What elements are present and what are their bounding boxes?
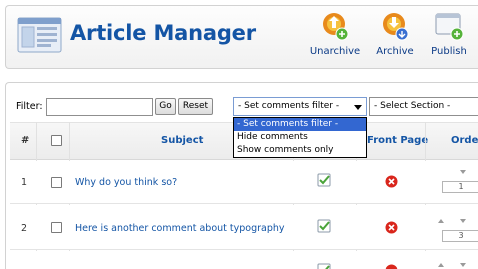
front-page-unpublished-icon[interactable]: [385, 175, 398, 188]
comments-filter-select[interactable]: - Set comments filter -: [233, 97, 367, 116]
select-all-checkbox[interactable]: [51, 135, 62, 146]
comments-filter-dropdown: - Set comments filter - Hide comments Sh…: [233, 117, 367, 158]
unarchive-button[interactable]: Unarchive: [307, 8, 363, 66]
section-filter-select[interactable]: - Select Section -: [369, 97, 478, 116]
move-up-icon[interactable]: [438, 263, 444, 267]
move-down-icon[interactable]: [460, 170, 466, 174]
move-up-icon[interactable]: [438, 219, 444, 223]
comments-filter-value: - Set comments filter -: [238, 101, 340, 111]
header-number: #: [21, 135, 30, 146]
header-subject[interactable]: Subject: [161, 135, 203, 146]
article-subject-link[interactable]: Here is another comment about typography: [75, 223, 285, 234]
row-checkbox[interactable]: [51, 222, 62, 233]
filter-label: Filter:: [16, 101, 43, 112]
table-row: 2 Here is another comment about typograp…: [10, 205, 478, 250]
published-check-icon[interactable]: [317, 263, 331, 269]
dropdown-option[interactable]: Show comments only: [234, 144, 366, 157]
dropdown-option[interactable]: - Set comments filter -: [234, 118, 366, 131]
unarchive-icon: [323, 13, 349, 41]
dropdown-option[interactable]: Hide comments: [234, 131, 366, 144]
publish-icon: [435, 13, 464, 41]
move-down-icon[interactable]: [460, 219, 466, 223]
filter-input[interactable]: [46, 98, 153, 116]
publish-label: Publish: [431, 46, 467, 57]
published-check-icon[interactable]: [317, 219, 331, 233]
page-title: Article Manager: [70, 21, 256, 45]
order-input[interactable]: 1: [442, 181, 478, 193]
row-number: 1: [21, 177, 28, 188]
table-row: [10, 251, 478, 269]
front-page-unpublished-icon[interactable]: [385, 221, 398, 234]
published-check-icon[interactable]: [317, 173, 331, 187]
publish-button[interactable]: Publish: [421, 8, 477, 66]
archive-icon: [383, 13, 409, 41]
article-manager-icon: [17, 17, 62, 53]
row-number: 2: [21, 223, 28, 234]
table-row: 1 Why do you think so? 1: [10, 161, 478, 204]
unarchive-label: Unarchive: [309, 46, 361, 57]
go-button[interactable]: Go: [155, 98, 176, 115]
header-order[interactable]: Order: [451, 135, 478, 146]
section-filter-value: - Select Section -: [374, 101, 451, 111]
article-subject-link[interactable]: Why do you think so?: [75, 177, 177, 188]
reset-button[interactable]: Reset: [178, 98, 213, 115]
archive-label: Archive: [376, 46, 414, 57]
order-input[interactable]: 3: [442, 230, 478, 242]
front-page-unpublished-icon[interactable]: [385, 264, 398, 269]
row-checkbox[interactable]: [51, 177, 62, 188]
archive-button[interactable]: Archive: [367, 8, 423, 66]
move-down-icon[interactable]: [460, 263, 466, 267]
header-front-page[interactable]: Front Page: [367, 135, 428, 146]
chevron-down-icon: [354, 105, 362, 110]
